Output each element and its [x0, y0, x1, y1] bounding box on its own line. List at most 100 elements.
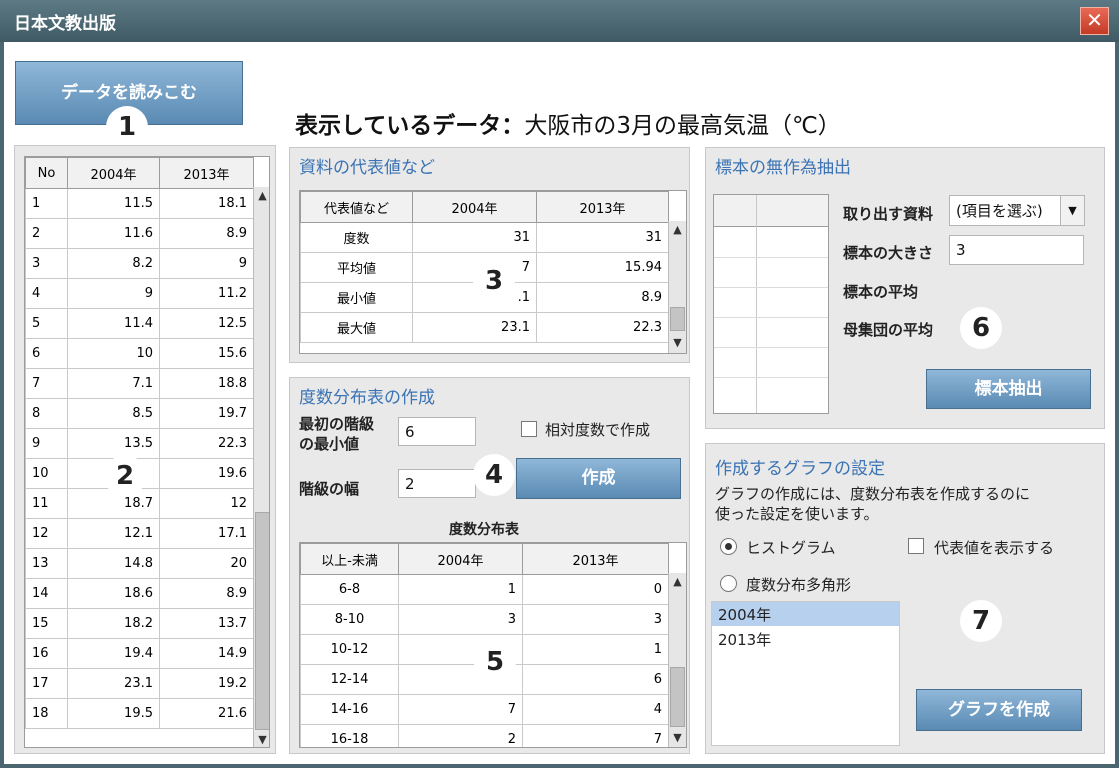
create-frequency-table-button[interactable]: 作成 — [516, 458, 681, 499]
scroll-thumb[interactable] — [670, 667, 685, 727]
table-row[interactable]: 11 18.7 12 — [25, 488, 254, 519]
table-cell: 2 — [25, 218, 68, 249]
scroll-up-arrow[interactable]: ▲ — [669, 221, 686, 239]
marker-1: 1 — [108, 108, 146, 146]
table-row[interactable]: 1 11.5 18.1 — [25, 188, 254, 219]
chevron-down-icon[interactable]: ▼ — [1060, 196, 1084, 225]
table-row[interactable]: 15 18.2 13.7 — [25, 608, 254, 639]
table-cell: 8.9 — [159, 218, 254, 249]
table-row[interactable]: 14-16 7 4 — [300, 694, 669, 725]
table-cell: 14-16 — [300, 694, 399, 725]
polygon-radio[interactable] — [720, 575, 737, 592]
table-cell: 31 — [536, 222, 669, 253]
close-button[interactable]: ✕ — [1080, 7, 1109, 35]
histogram-radio[interactable] — [720, 538, 737, 555]
column-header[interactable]: 2004年 — [398, 543, 523, 575]
table-row[interactable]: 4 9 11.2 — [25, 278, 254, 309]
sample-table-row-line — [714, 257, 828, 258]
table-cell: 1 — [522, 634, 669, 665]
table-row[interactable]: 6-8 1 0 — [300, 574, 669, 605]
table-cell: 19.7 — [159, 398, 254, 429]
first-class-min-input[interactable] — [398, 417, 476, 446]
table-cell: 18.8 — [159, 368, 254, 399]
table-row[interactable]: 度数 31 31 — [300, 222, 669, 253]
population-mean-label: 母集団の平均 — [843, 321, 934, 339]
data-heading: 表示しているデータ：大阪市の3月の最高気温（℃） — [295, 106, 841, 140]
column-header[interactable]: 以上-未満 — [300, 543, 399, 575]
scroll-thumb[interactable] — [670, 307, 685, 331]
stats-scrollbar[interactable]: ▲ ▼ — [668, 221, 686, 353]
table-cell: 9 — [67, 278, 160, 309]
table-row[interactable]: 18 19.5 21.6 — [25, 698, 254, 729]
sample-table — [713, 194, 829, 414]
scroll-down-arrow[interactable]: ▼ — [669, 334, 686, 352]
table-cell: 8-10 — [300, 604, 399, 635]
scroll-up-arrow[interactable]: ▲ — [254, 187, 269, 205]
table-row[interactable]: 12 12.1 17.1 — [25, 518, 254, 549]
column-header[interactable]: 2004年 — [67, 157, 160, 189]
source-data-select[interactable]: (項目を選ぶ) ▼ — [949, 195, 1085, 226]
series-list-item[interactable]: 2013年 — [712, 627, 899, 651]
scroll-down-arrow[interactable]: ▼ — [669, 729, 686, 747]
table-row[interactable]: 9 13.5 22.3 — [25, 428, 254, 459]
graph-note-line1: グラフの作成には、度数分布表を作成するのに — [715, 485, 1031, 503]
frequency-table-title: 度数分布表 — [449, 522, 519, 538]
create-graph-button[interactable]: グラフを作成 — [916, 689, 1082, 731]
column-header[interactable]: 2013年 — [536, 191, 669, 223]
data-heading-label: 表示しているデータ： — [295, 113, 525, 139]
table-cell: 10-12 — [300, 634, 399, 665]
table-row[interactable]: 6 10 15.6 — [25, 338, 254, 369]
graph-panel-title: 作成するグラフの設定 — [715, 459, 885, 479]
table-cell: 11.5 — [67, 188, 160, 219]
table-cell: 23.1 — [412, 312, 537, 343]
table-cell: 12.5 — [159, 308, 254, 339]
table-cell: 13.7 — [159, 608, 254, 639]
column-header[interactable]: 2013年 — [522, 543, 669, 575]
table-row[interactable]: 2 11.6 8.9 — [25, 218, 254, 249]
table-cell: 12-14 — [300, 664, 399, 695]
table-row[interactable]: 8-10 3 3 — [300, 604, 669, 635]
table-row[interactable]: 14 18.6 8.9 — [25, 578, 254, 609]
marker-3: 3 — [475, 262, 513, 300]
table-row[interactable]: 7 7.1 18.8 — [25, 368, 254, 399]
table-row[interactable]: 5 11.4 12.5 — [25, 308, 254, 339]
table-cell: 7.1 — [67, 368, 160, 399]
table-row[interactable]: 最大値 23.1 22.3 — [300, 312, 669, 343]
frequency-table-scrollbar[interactable]: ▲ ▼ — [668, 573, 686, 747]
table-cell: 22.3 — [536, 312, 669, 343]
table-row[interactable]: 8 8.5 19.7 — [25, 398, 254, 429]
graph-note: グラフの作成には、度数分布表を作成するのに 使った設定を使います。 — [715, 484, 1030, 524]
table-cell: 18.2 — [67, 608, 160, 639]
extract-sample-button[interactable]: 標本抽出 — [926, 369, 1091, 409]
show-representative-checkbox[interactable] — [908, 538, 924, 554]
source-data-select-value: (項目を選ぶ) — [956, 202, 1043, 220]
table-cell: 7 — [522, 724, 669, 747]
table-cell: 14 — [25, 578, 68, 609]
table-cell: 3 — [522, 604, 669, 635]
column-header[interactable]: 2013年 — [159, 157, 254, 189]
table-cell: 2 — [398, 724, 523, 747]
table-cell: 12.1 — [67, 518, 160, 549]
table-cell: 8.9 — [159, 578, 254, 609]
sample-size-input[interactable] — [949, 235, 1084, 265]
table-cell: 17.1 — [159, 518, 254, 549]
relative-frequency-checkbox[interactable] — [521, 421, 537, 437]
data-table-scrollbar[interactable]: ▲ ▼ — [253, 187, 269, 747]
column-header[interactable]: No — [25, 157, 68, 189]
table-row[interactable]: 13 14.8 20 — [25, 548, 254, 579]
table-row[interactable]: 3 8.2 9 — [25, 248, 254, 279]
sample-table-row-line — [714, 287, 828, 288]
column-header[interactable]: 代表値など — [300, 191, 413, 223]
table-cell: 度数 — [300, 222, 413, 253]
table-row[interactable]: 17 23.1 19.2 — [25, 668, 254, 699]
scroll-thumb[interactable] — [255, 512, 269, 730]
scroll-up-arrow[interactable]: ▲ — [669, 573, 686, 591]
table-row[interactable]: 16 19.4 14.9 — [25, 638, 254, 669]
column-header[interactable]: 2004年 — [412, 191, 537, 223]
data-table-container: No 2004年 2013年 1 11.5 18.1 2 11.6 8.9 3 8.2 9 4 9 1… — [24, 156, 270, 748]
table-row[interactable]: 16-18 2 7 — [300, 724, 669, 747]
series-list-item[interactable]: 2004年 — [712, 602, 899, 626]
table-cell: 11.6 — [67, 218, 160, 249]
scroll-down-arrow[interactable]: ▼ — [254, 731, 269, 747]
class-width-input[interactable] — [398, 469, 476, 498]
